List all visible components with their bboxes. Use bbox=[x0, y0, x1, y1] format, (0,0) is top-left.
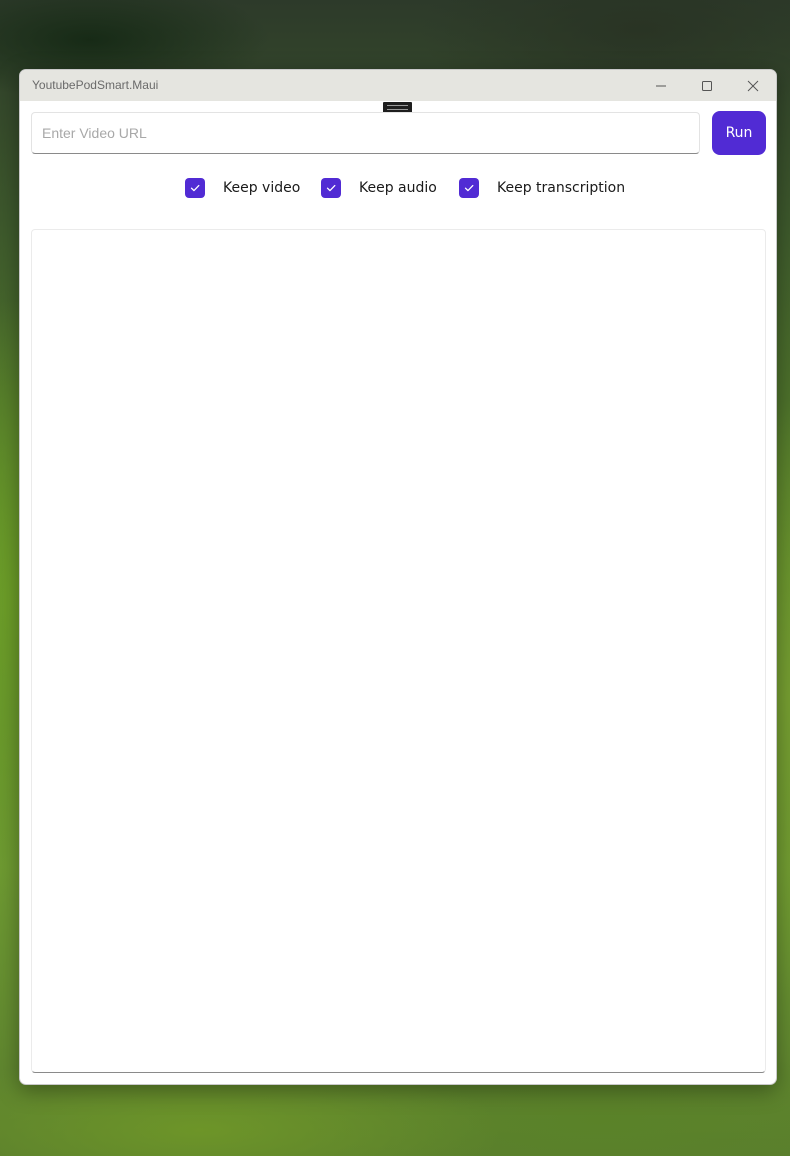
keep-video-label: Keep video bbox=[223, 180, 301, 196]
maximize-icon bbox=[702, 80, 712, 91]
drag-handle-icon bbox=[387, 105, 408, 110]
close-button[interactable] bbox=[730, 70, 776, 101]
video-url-input[interactable] bbox=[31, 112, 700, 154]
run-button[interactable]: Run bbox=[712, 111, 766, 155]
keep-transcription-option[interactable]: Keep transcription bbox=[459, 177, 625, 199]
app-window: YoutubePodSmart.Maui Run bbox=[19, 69, 777, 1085]
title-bar[interactable]: YoutubePodSmart.Maui bbox=[20, 70, 776, 101]
checkmark-icon bbox=[326, 184, 336, 192]
keep-video-option[interactable]: Keep video bbox=[185, 177, 300, 199]
keep-video-checkbox[interactable] bbox=[185, 178, 205, 198]
minimize-icon bbox=[656, 85, 666, 86]
keep-audio-checkbox[interactable] bbox=[321, 178, 341, 198]
checkmark-icon bbox=[190, 184, 200, 192]
options-row: Keep video Keep audio Keep transcription bbox=[20, 177, 776, 199]
window-title: YoutubePodSmart.Maui bbox=[32, 78, 159, 92]
desktop-background: YoutubePodSmart.Maui Run bbox=[0, 0, 790, 1156]
keep-audio-label: Keep audio bbox=[359, 180, 437, 196]
output-editor[interactable] bbox=[31, 229, 766, 1073]
checkmark-icon bbox=[464, 184, 474, 192]
keep-transcription-checkbox[interactable] bbox=[459, 178, 479, 198]
maximize-button[interactable] bbox=[684, 70, 730, 101]
keep-transcription-label: Keep transcription bbox=[497, 180, 626, 196]
keep-audio-option[interactable]: Keep audio bbox=[321, 177, 437, 199]
close-icon bbox=[747, 80, 759, 91]
minimize-button[interactable] bbox=[638, 70, 684, 101]
